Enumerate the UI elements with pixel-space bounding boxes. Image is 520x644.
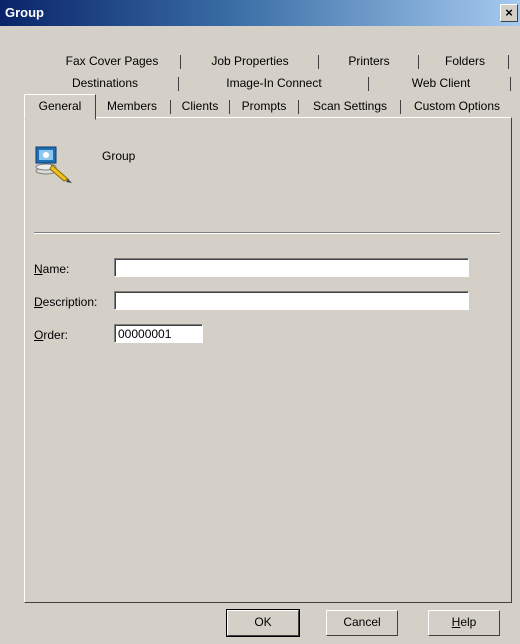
tab-separator <box>298 100 299 114</box>
group-dialog: Group × Fax Cover Pages Job Properties P… <box>0 0 520 644</box>
order-input[interactable] <box>114 324 203 343</box>
tab-panel-general <box>24 117 512 603</box>
tab-separator <box>368 77 369 91</box>
tab-general[interactable]: General <box>24 94 96 120</box>
cancel-button[interactable]: Cancel <box>326 610 398 636</box>
tab-clients[interactable]: Clients <box>174 98 226 115</box>
tab-web-client[interactable]: Web Client <box>374 75 508 92</box>
description-input[interactable] <box>114 291 469 310</box>
tab-separator <box>229 100 230 114</box>
tab-image-in-connect[interactable]: Image-In Connect <box>184 75 364 92</box>
tab-members[interactable]: Members <box>96 98 168 115</box>
tab-separator <box>510 77 511 91</box>
close-icon: × <box>505 5 513 20</box>
close-button[interactable]: × <box>500 4 518 22</box>
title-bar[interactable]: Group × <box>0 0 520 26</box>
name-input[interactable] <box>114 258 469 277</box>
tab-separator <box>180 55 181 69</box>
order-label: Order: <box>34 328 69 342</box>
tab-separator <box>418 55 419 69</box>
group-icon <box>34 145 76 185</box>
tab-printers[interactable]: Printers <box>324 53 414 70</box>
window-title: Group <box>5 5 44 20</box>
description-label: Description: <box>34 295 98 309</box>
tab-prompts[interactable]: Prompts <box>233 98 295 115</box>
tab-separator <box>508 55 509 69</box>
header-title: Group <box>102 149 136 163</box>
tab-separator <box>170 100 171 114</box>
section-divider <box>34 232 500 234</box>
tab-custom-options[interactable]: Custom Options <box>404 98 510 115</box>
tab-fax-cover-pages[interactable]: Fax Cover Pages <box>48 53 176 70</box>
name-label: Name: <box>34 262 70 276</box>
tab-folders[interactable]: Folders <box>424 53 506 70</box>
tab-job-properties[interactable]: Job Properties <box>186 53 314 70</box>
help-button[interactable]: Help <box>428 610 500 636</box>
ok-button[interactable]: OK <box>226 609 300 637</box>
tab-destinations[interactable]: Destinations <box>36 75 174 92</box>
tab-separator <box>318 55 319 69</box>
tab-scan-settings[interactable]: Scan Settings <box>302 98 398 115</box>
tab-separator <box>400 100 401 114</box>
tab-separator <box>178 77 179 91</box>
